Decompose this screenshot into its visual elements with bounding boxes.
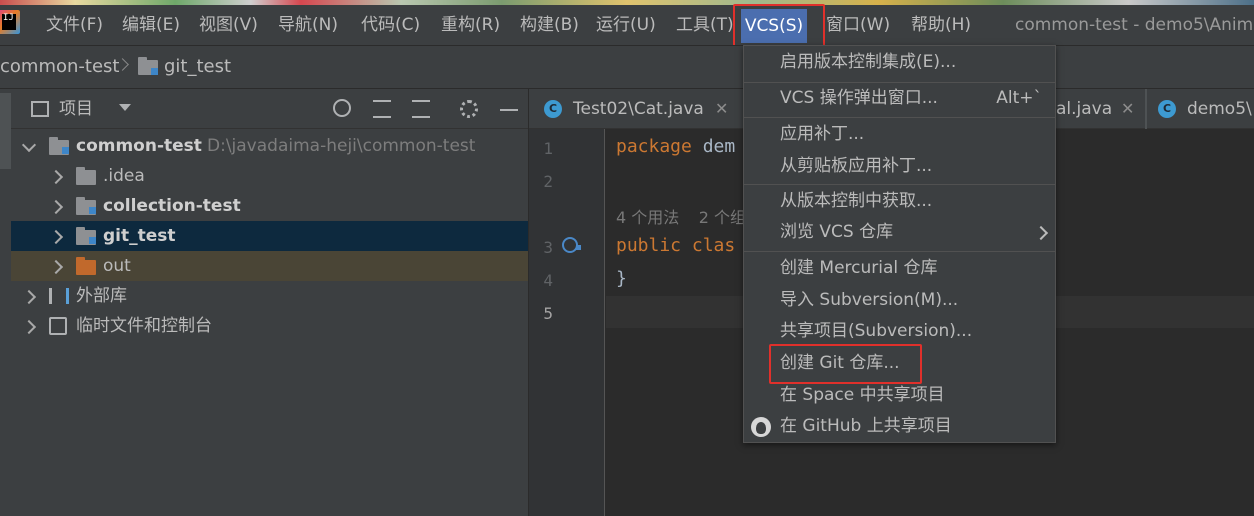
menu-item-get-from-vcs[interactable]: 从版本控制中获取... bbox=[743, 186, 1056, 217]
menu-item-create-mercurial[interactable]: 创建 Mercurial 仓库 bbox=[743, 253, 1056, 284]
tree-path: D:\javadaima-heji\common-test bbox=[207, 136, 476, 156]
tree-label: common-test bbox=[76, 136, 202, 156]
github-icon bbox=[751, 417, 771, 437]
collapse-all-icon[interactable] bbox=[412, 100, 430, 118]
tab-active-indicator bbox=[1145, 89, 1147, 129]
close-icon[interactable]: ✕ bbox=[1121, 89, 1134, 129]
tab-label: demo5\ bbox=[1187, 99, 1252, 119]
menu-code[interactable]: 代码(C) bbox=[361, 5, 420, 45]
tree-label: 临时文件和控制台 bbox=[76, 316, 212, 336]
editor-tab-al[interactable]: al.java ✕ bbox=[1056, 89, 1146, 129]
menu-item-label: 在 GitHub 上共享项目 bbox=[780, 416, 952, 436]
menu-tools[interactable]: 工具(T) bbox=[676, 5, 734, 45]
menu-item-label: 从剪贴板应用补丁... bbox=[780, 156, 933, 176]
vcs-menu-highlight-box bbox=[733, 4, 825, 48]
implemented-gutter-icon[interactable] bbox=[562, 237, 581, 253]
menu-item-share-github[interactable]: 在 GitHub 上共享项目 bbox=[743, 411, 1056, 442]
menu-help[interactable]: 帮助(H) bbox=[911, 5, 971, 45]
line-number: 5 bbox=[543, 304, 553, 323]
line-number: 3 bbox=[543, 238, 553, 257]
code-line-4: } bbox=[616, 268, 627, 289]
breadcrumb-module[interactable]: git_test bbox=[164, 45, 231, 89]
expand-all-icon[interactable] bbox=[373, 100, 391, 118]
menu-item-import-subversion[interactable]: 导入 Subversion(M)... bbox=[743, 285, 1056, 316]
tree-label: 外部库 bbox=[76, 286, 127, 306]
usages-hint[interactable]: 4 个用法 bbox=[616, 208, 679, 227]
code-vision-hints: 4 个用法 2 个组 bbox=[616, 204, 746, 228]
line-number: 4 bbox=[543, 271, 553, 290]
close-icon[interactable]: ✕ bbox=[715, 89, 728, 129]
menu-item-share-subversion[interactable]: 共享项目(Subversion)... bbox=[743, 316, 1056, 347]
editor-tab-cat[interactable]: C Test02\Cat.java ✕ bbox=[544, 89, 744, 129]
menu-item-enable-vcs[interactable]: 启用版本控制集成(E)... bbox=[743, 47, 1056, 78]
tree-label: out bbox=[103, 256, 131, 276]
git-repo-highlight-box bbox=[769, 344, 922, 384]
menu-separator bbox=[744, 117, 1055, 118]
code-line-1: package dem bbox=[616, 136, 735, 157]
intellij-logo-icon bbox=[0, 10, 20, 34]
menu-separator bbox=[744, 251, 1055, 252]
breadcrumb-project[interactable]: common-test bbox=[0, 45, 119, 89]
menu-item-shortcut: Alt+` bbox=[996, 88, 1042, 108]
menu-item-share-space[interactable]: 在 Space 中共享项目 bbox=[743, 380, 1056, 411]
menu-item-browse-vcs[interactable]: 浏览 VCS 仓库 bbox=[743, 217, 1056, 248]
menu-item-label: 浏览 VCS 仓库 bbox=[780, 222, 894, 242]
chevron-down-icon[interactable] bbox=[119, 104, 131, 111]
tree-item-scratches[interactable]: 临时文件和控制台 bbox=[11, 311, 528, 341]
menu-item-label: 创建 Mercurial 仓库 bbox=[780, 258, 938, 278]
inheritors-hint[interactable]: 2 个组 bbox=[699, 208, 746, 227]
chevron-right-icon bbox=[1033, 225, 1049, 241]
tab-label: Test02\Cat.java bbox=[573, 99, 704, 119]
hide-icon[interactable] bbox=[500, 109, 518, 111]
menu-edit[interactable]: 编辑(E) bbox=[122, 5, 180, 45]
line-number: 2 bbox=[543, 172, 553, 191]
menu-item-label: 应用补丁... bbox=[780, 124, 865, 144]
scratch-console-icon bbox=[49, 317, 67, 335]
line-number: 1 bbox=[543, 139, 553, 158]
project-view-icon bbox=[31, 101, 49, 117]
menu-item-label: 导入 Subversion(M)... bbox=[780, 290, 959, 310]
editor-tab-demo5[interactable]: C demo5\ bbox=[1158, 89, 1254, 129]
class-icon: C bbox=[544, 100, 562, 118]
menu-refactor[interactable]: 重构(R) bbox=[441, 5, 500, 45]
code-text: dem bbox=[691, 136, 736, 157]
project-panel-title[interactable]: 项目 bbox=[59, 89, 93, 129]
tree-item-git-test[interactable]: git_test bbox=[11, 221, 528, 251]
code-keyword: public clas bbox=[616, 235, 736, 256]
project-tool-tab[interactable] bbox=[0, 93, 11, 169]
tree-item-out[interactable]: out bbox=[11, 251, 528, 281]
menu-navigate[interactable]: 导航(N) bbox=[278, 5, 338, 45]
menu-item-label: 在 Space 中共享项目 bbox=[780, 385, 945, 405]
tree-label: .idea bbox=[103, 166, 145, 186]
menu-item-label: 启用版本控制集成(E)... bbox=[780, 52, 957, 72]
locate-icon[interactable] bbox=[333, 99, 351, 117]
tree-item-collection-test[interactable]: collection-test bbox=[11, 191, 528, 221]
menu-file[interactable]: 文件(F) bbox=[46, 5, 103, 45]
tree-label: git_test bbox=[103, 226, 176, 246]
menu-separator bbox=[744, 184, 1055, 185]
tree-item-idea[interactable]: .idea bbox=[11, 161, 528, 191]
gear-icon[interactable] bbox=[460, 100, 478, 118]
code-keyword: package bbox=[616, 136, 692, 157]
code-line-3: public clas bbox=[616, 235, 735, 256]
menu-view[interactable]: 视图(V) bbox=[199, 5, 258, 45]
tree-item-external-libraries[interactable]: 外部库 bbox=[11, 281, 528, 311]
menu-item-label: VCS 操作弹出窗口... bbox=[780, 88, 938, 108]
menu-build[interactable]: 构建(B) bbox=[520, 5, 579, 45]
menu-window[interactable]: 窗口(W) bbox=[826, 5, 890, 45]
menu-item-label: 从版本控制中获取... bbox=[780, 191, 933, 211]
tab-label: al.java bbox=[1056, 99, 1113, 119]
window-title: common-test - demo5\Anim bbox=[1015, 15, 1254, 35]
menu-item-vcs-popup[interactable]: VCS 操作弹出窗口... Alt+` bbox=[743, 83, 1056, 114]
menu-item-label: 共享项目(Subversion)... bbox=[780, 321, 973, 341]
menu-item-apply-patch[interactable]: 应用补丁... bbox=[743, 119, 1056, 150]
class-icon: C bbox=[1158, 100, 1176, 118]
menu-run[interactable]: 运行(U) bbox=[596, 5, 656, 45]
library-icon bbox=[49, 288, 69, 304]
menu-item-apply-patch-clipboard[interactable]: 从剪贴板应用补丁... bbox=[743, 151, 1056, 182]
tree-item-common-test[interactable]: common-test D:\javadaima-heji\common-tes… bbox=[11, 131, 528, 161]
tree-label: collection-test bbox=[103, 196, 241, 216]
